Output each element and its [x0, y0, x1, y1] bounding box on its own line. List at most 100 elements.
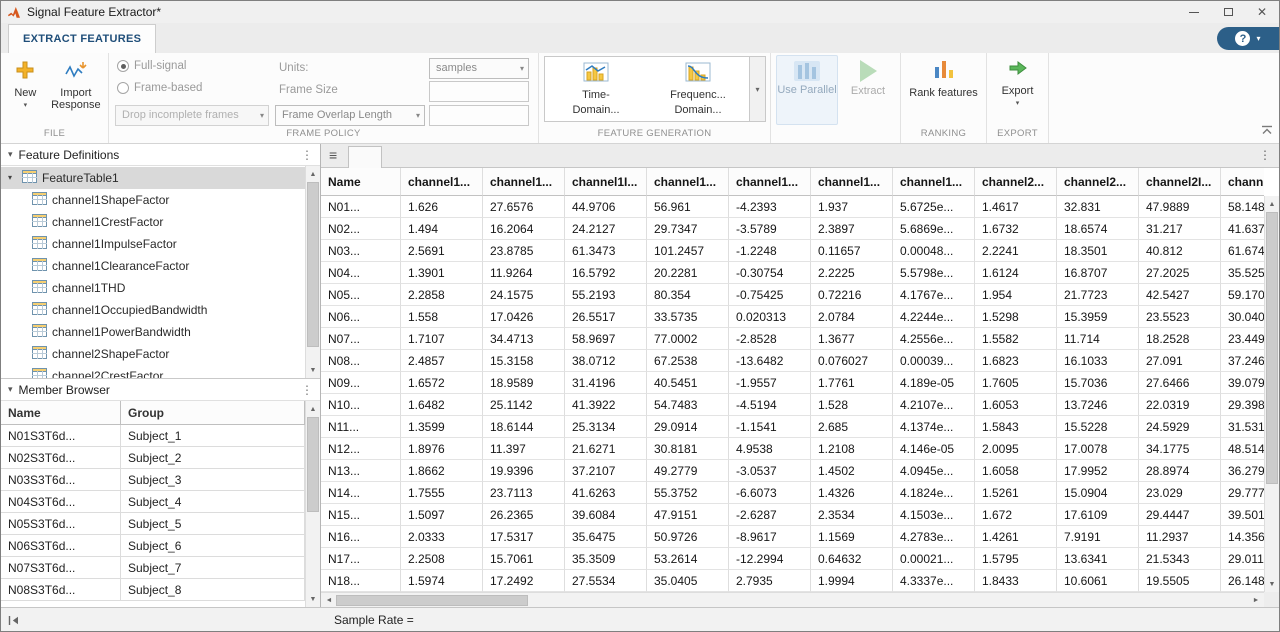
table-cell[interactable]: 23.8785 [483, 240, 565, 262]
table-cell[interactable]: -3.5789 [729, 218, 811, 240]
table-cell[interactable]: 1.8976 [401, 438, 483, 460]
table-cell[interactable]: 4.2244e... [893, 306, 975, 328]
table-cell[interactable]: 2.2225 [811, 262, 893, 284]
table-cell[interactable]: 25.1142 [483, 394, 565, 416]
table-cell[interactable]: 15.5228 [1057, 416, 1139, 438]
table-cell[interactable]: 1.6732 [975, 218, 1057, 240]
column-header[interactable]: channel1... [401, 168, 483, 196]
table-cell[interactable]: 27.6576 [483, 196, 565, 218]
table-cell[interactable]: 67.2538 [647, 350, 729, 372]
document-tab[interactable] [348, 146, 382, 168]
table-cell[interactable]: 55.2193 [565, 284, 647, 306]
member-name-cell[interactable]: N04S3T6d... [1, 491, 121, 512]
table-cell[interactable]: 24.1575 [483, 284, 565, 306]
table-cell[interactable]: 2.3534 [811, 504, 893, 526]
table-cell[interactable]: 1.494 [401, 218, 483, 240]
table-cell[interactable]: 26.5517 [565, 306, 647, 328]
member-group-cell[interactable]: Subject_5 [121, 513, 305, 534]
gallery-dropdown-button[interactable]: ▾ [749, 57, 765, 121]
table-cell[interactable]: 15.3158 [483, 350, 565, 372]
column-header[interactable]: Group [121, 401, 305, 424]
table-cell[interactable]: 39.6084 [565, 504, 647, 526]
member-row[interactable]: N02S3T6d... Subject_2 [1, 447, 305, 469]
column-header[interactable]: channel1... [647, 168, 729, 196]
table-cell[interactable]: 56.961 [647, 196, 729, 218]
table-cell[interactable]: N08... [321, 350, 401, 372]
extract-button[interactable]: Extract [842, 55, 894, 125]
scroll-left-icon[interactable]: ◄ [322, 593, 336, 607]
table-cell[interactable]: 101.2457 [647, 240, 729, 262]
table-cell[interactable]: N09... [321, 372, 401, 394]
column-header[interactable]: channel1... [893, 168, 975, 196]
member-group-cell[interactable]: Subject_3 [121, 469, 305, 490]
column-header[interactable]: channel2... [1057, 168, 1139, 196]
table-cell[interactable]: 1.5974 [401, 570, 483, 592]
table-cell[interactable]: 11.2937 [1139, 526, 1221, 548]
tab-extract-features[interactable]: EXTRACT FEATURES [8, 24, 156, 53]
table-cell[interactable]: -3.0537 [729, 460, 811, 482]
column-header[interactable]: channel2I... [1139, 168, 1221, 196]
table-cell[interactable]: 1.5795 [975, 548, 1057, 570]
table-cell[interactable]: N10... [321, 394, 401, 416]
table-cell[interactable]: 18.6574 [1057, 218, 1139, 240]
table-cell[interactable]: 1.6482 [401, 394, 483, 416]
table-cell[interactable]: 18.6144 [483, 416, 565, 438]
member-name-cell[interactable]: N07S3T6d... [1, 557, 121, 578]
feature-tree-item[interactable]: channel1CrestFactor [1, 211, 305, 233]
tabstrip-menu-icon[interactable]: ⋮ [1259, 148, 1271, 162]
table-cell[interactable]: 21.5343 [1139, 548, 1221, 570]
table-cell[interactable]: 40.5451 [647, 372, 729, 394]
table-cell[interactable]: 1.6053 [975, 394, 1057, 416]
table-cell[interactable]: 2.5691 [401, 240, 483, 262]
table-cell[interactable]: 2.0095 [975, 438, 1057, 460]
table-cell[interactable]: 18.3501 [1057, 240, 1139, 262]
feature-definitions-header[interactable]: ▾ Feature Definitions ⋮ [1, 144, 320, 166]
table-cell[interactable]: 1.8433 [975, 570, 1057, 592]
table-cell[interactable]: 2.4857 [401, 350, 483, 372]
table-cell[interactable]: 14.356 [1221, 526, 1264, 548]
maximize-button[interactable] [1211, 1, 1245, 23]
table-cell[interactable]: 39.079 [1221, 372, 1264, 394]
table-cell[interactable]: 53.2614 [647, 548, 729, 570]
table-cell[interactable]: 24.2127 [565, 218, 647, 240]
column-header[interactable]: channel1I... [565, 168, 647, 196]
table-cell[interactable]: -12.2994 [729, 548, 811, 570]
table-cell[interactable]: 1.5097 [401, 504, 483, 526]
table-cell[interactable]: 37.246 [1221, 350, 1264, 372]
table-cell[interactable]: 42.5427 [1139, 284, 1221, 306]
table-cell[interactable]: N11... [321, 416, 401, 438]
table-cell[interactable]: 54.7483 [647, 394, 729, 416]
table-cell[interactable]: 39.501 [1221, 504, 1264, 526]
table-cell[interactable]: -8.9617 [729, 526, 811, 548]
close-button[interactable]: ✕ [1245, 1, 1279, 23]
table-cell[interactable]: 29.0914 [647, 416, 729, 438]
table-cell[interactable]: 13.6341 [1057, 548, 1139, 570]
table-cell[interactable]: N06... [321, 306, 401, 328]
table-cell[interactable]: N03... [321, 240, 401, 262]
table-cell[interactable]: 23.5523 [1139, 306, 1221, 328]
table-cell[interactable]: N04... [321, 262, 401, 284]
frequency-domain-features-button[interactable]: Frequenc... Domain... [647, 57, 749, 121]
table-cell[interactable]: 59.170 [1221, 284, 1264, 306]
table-cell[interactable]: 34.4713 [483, 328, 565, 350]
table-cell[interactable]: 1.5582 [975, 328, 1057, 350]
table-cell[interactable]: 11.397 [483, 438, 565, 460]
member-name-cell[interactable]: N06S3T6d... [1, 535, 121, 556]
table-cell[interactable]: 1.6823 [975, 350, 1057, 372]
full-signal-radio[interactable]: Full-signal [117, 60, 186, 72]
column-header[interactable]: channel1... [729, 168, 811, 196]
table-cell[interactable]: 0.00048... [893, 240, 975, 262]
table-cell[interactable]: 29.777 [1221, 482, 1264, 504]
table-cell[interactable]: 58.9697 [565, 328, 647, 350]
feature-definitions-scrollbar[interactable]: ▲ ▼ [305, 166, 320, 378]
feature-tree-root[interactable]: ▾ FeatureTable1 [1, 167, 305, 189]
table-cell[interactable]: 1.2108 [811, 438, 893, 460]
scroll-down-icon[interactable]: ▼ [306, 592, 320, 606]
table-cell[interactable]: 31.217 [1139, 218, 1221, 240]
table-cell[interactable]: 5.5798e... [893, 262, 975, 284]
table-cell[interactable]: 28.8974 [1139, 460, 1221, 482]
table-cell[interactable]: 16.1033 [1057, 350, 1139, 372]
member-browser-scrollbar[interactable]: ▲ ▼ [305, 401, 320, 607]
table-cell[interactable]: 16.2064 [483, 218, 565, 240]
table-cell[interactable]: 17.2492 [483, 570, 565, 592]
